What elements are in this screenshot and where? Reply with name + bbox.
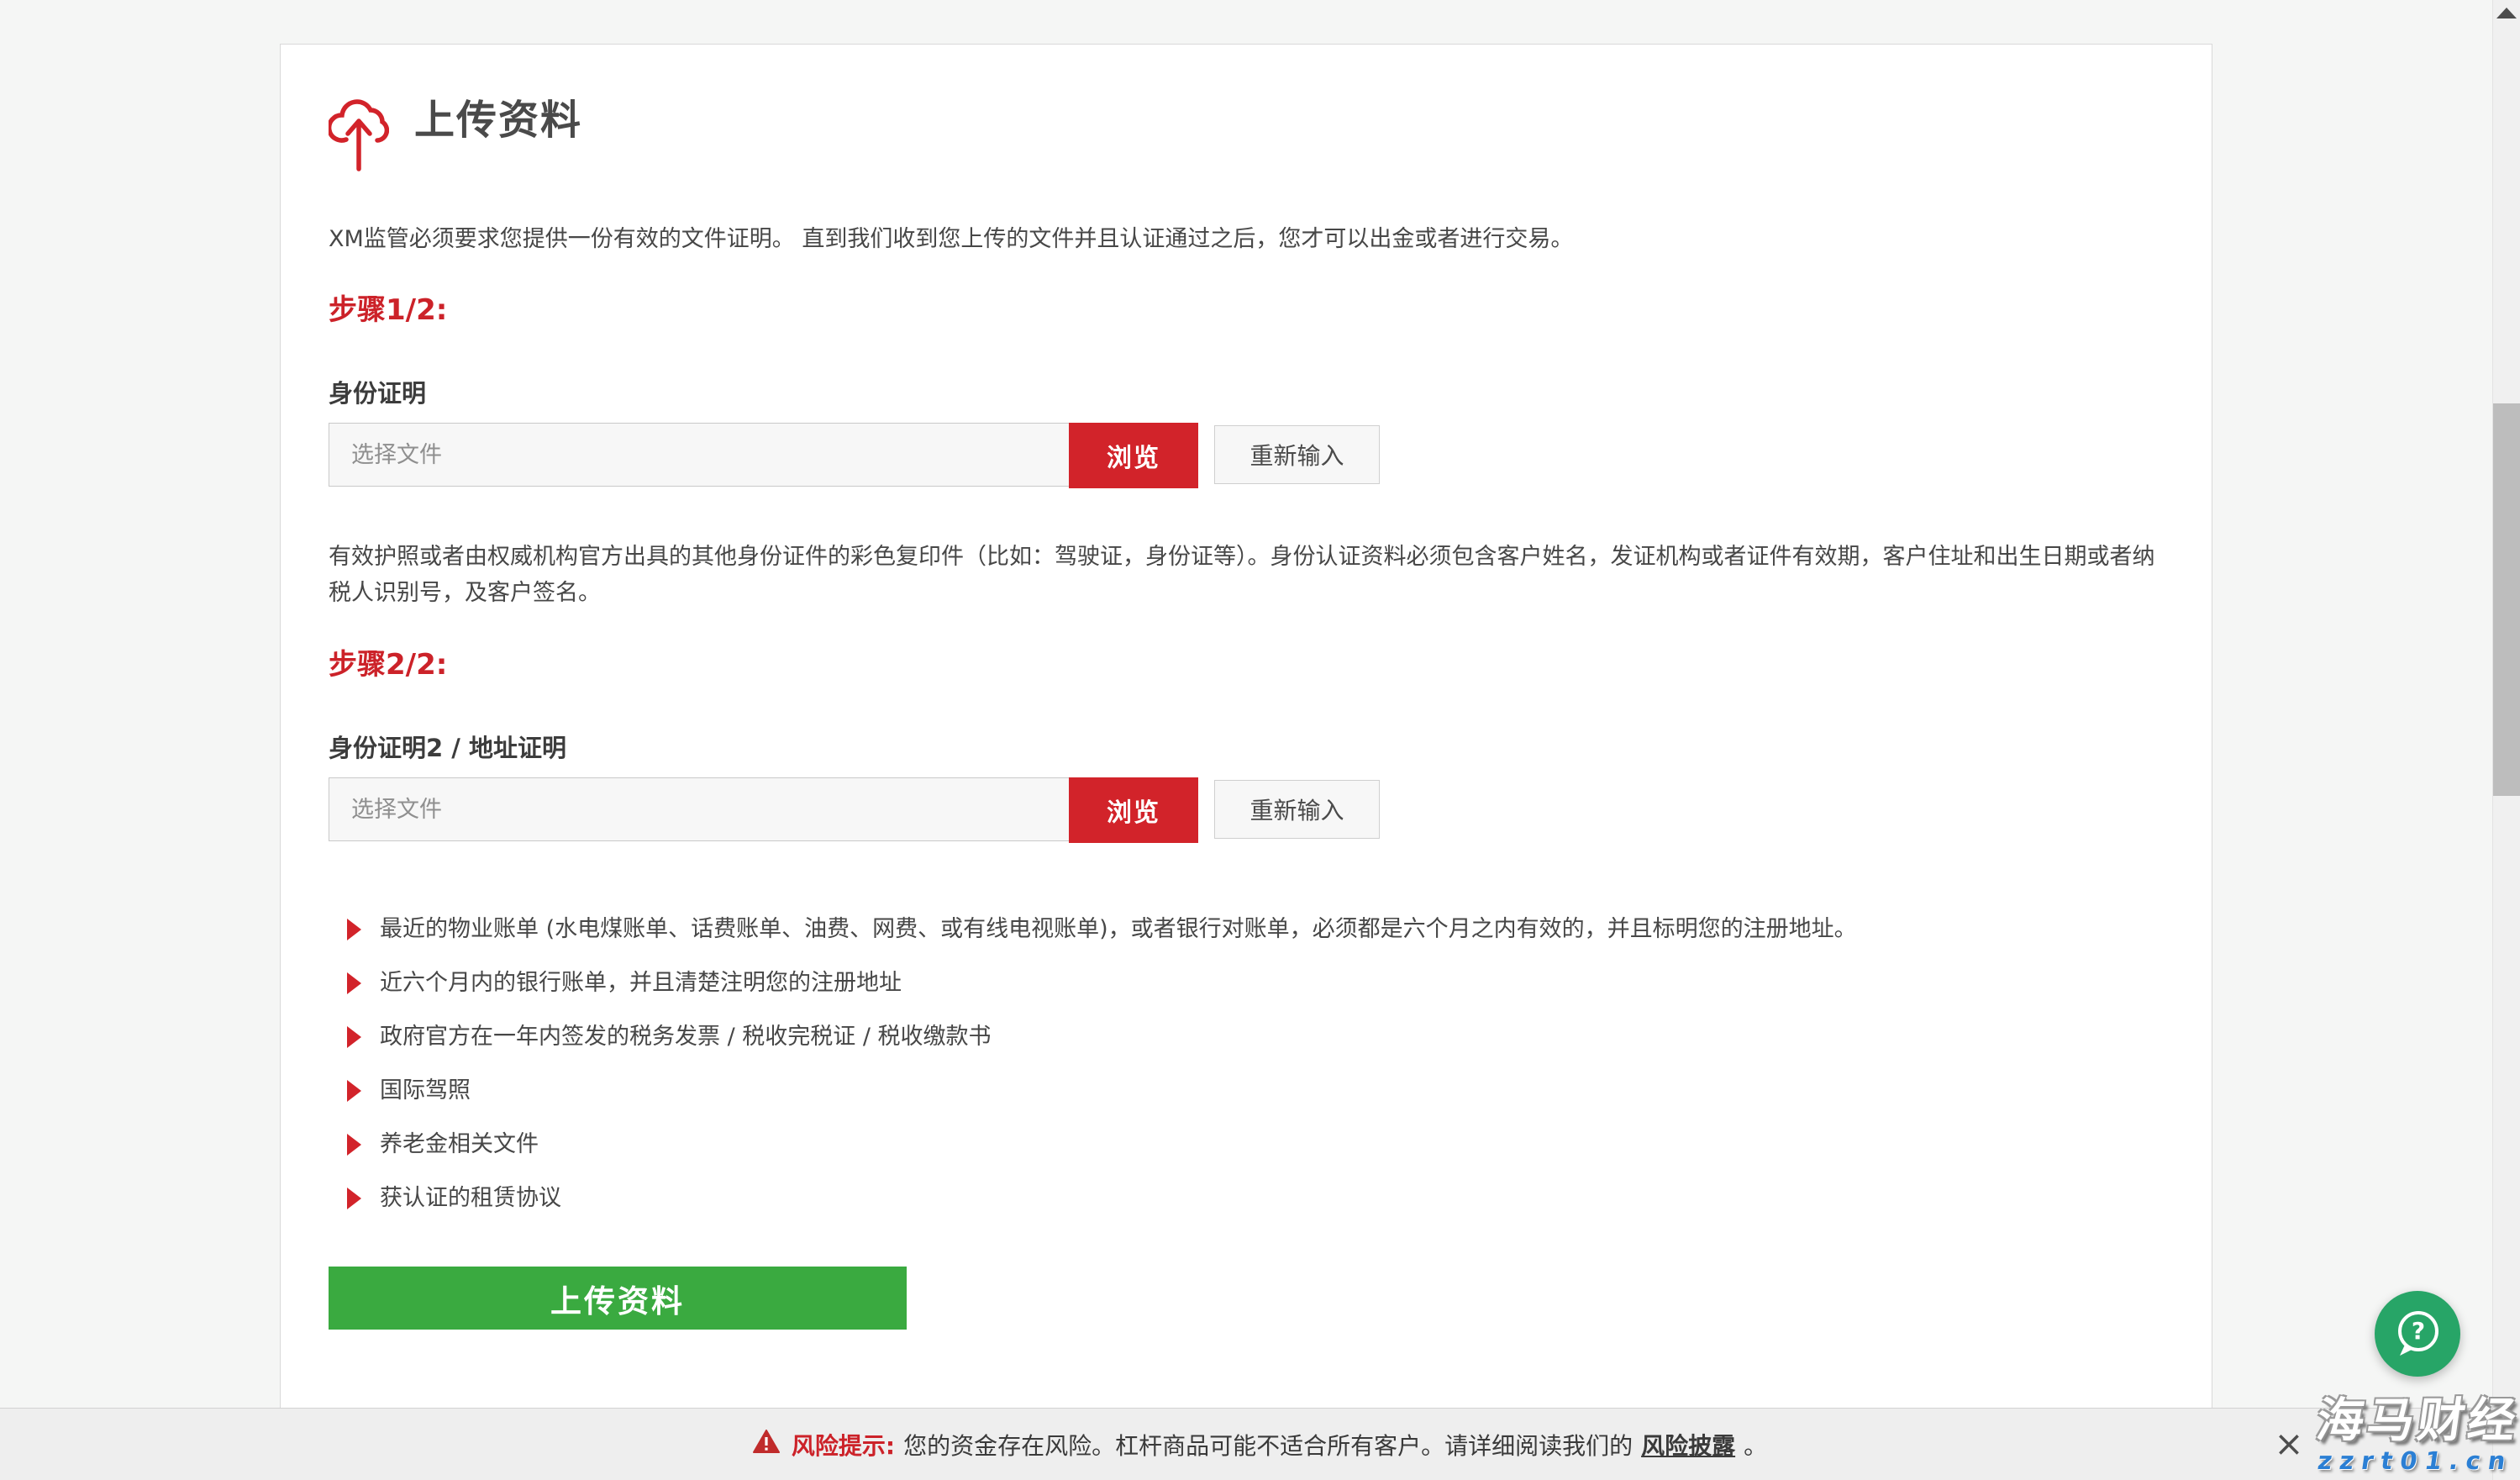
step2-browse-button[interactable]: 浏览 — [1069, 777, 1198, 843]
question-bubble-icon: ? — [2375, 1308, 2460, 1360]
risk-label: 风险提示: — [792, 1428, 895, 1462]
risk-disclosure-link[interactable]: 风险披露 — [1641, 1428, 1735, 1462]
accepted-documents-list: 最近的物业账单 (水电煤账单、话费账单、油费、网费、或有线电视账单)，或者银行对… — [329, 915, 2164, 1213]
vertical-scrollbar[interactable] — [2492, 0, 2520, 1480]
list-item-text: 政府官方在一年内签发的税务发票 / 税收完税证 / 税收缴款书 — [380, 1023, 992, 1051]
list-item: 近六个月内的银行账单，并且清楚注明您的注册地址 — [347, 969, 2164, 998]
intro-text: XM监管必须要求您提供一份有效的文件证明。 直到我们收到您上传的文件并且认证通过… — [329, 223, 2164, 256]
step1-description: 有效护照或者由权威机构官方出具的其他身份证件的彩色复印件（比如：驾驶证，身份证等… — [329, 539, 2164, 611]
list-item: 最近的物业账单 (水电煤账单、话费账单、油费、网费、或有线电视账单)，或者银行对… — [347, 915, 2164, 944]
list-item: 获认证的租赁协议 — [347, 1184, 2164, 1213]
step1-file-row: 浏览 重新输入 — [329, 423, 2164, 487]
svg-text:?: ? — [2412, 1317, 2425, 1345]
step1-heading: 步骤1/2: — [329, 292, 2164, 329]
list-item-text: 获认证的租赁协议 — [380, 1184, 561, 1213]
step2-reset-button[interactable]: 重新输入 — [1214, 780, 1380, 839]
step2-file-input[interactable] — [329, 778, 1197, 840]
step1-file-input[interactable] — [329, 424, 1197, 486]
upload-cloud-icon — [329, 93, 389, 176]
upload-submit-button[interactable]: 上传资料 — [329, 1267, 907, 1330]
step1-browse-button[interactable]: 浏览 — [1069, 423, 1198, 488]
risk-warning-bar: 风险提示: 您的资金存在风险。杠杆商品可能不适合所有客户。请详细阅读我们的风险披… — [0, 1408, 2520, 1480]
bullet-arrow-icon — [347, 1134, 361, 1156]
list-item: 国际驾照 — [347, 1077, 2164, 1105]
risk-message: 您的资金存在风险。杠杆商品可能不适合所有客户。请详细阅读我们的 — [903, 1428, 1633, 1462]
step2-file-row: 浏览 重新输入 — [329, 777, 2164, 841]
list-item-text: 最近的物业账单 (水电煤账单、话费账单、油费、网费、或有线电视账单)，或者银行对… — [380, 915, 1857, 944]
bullet-arrow-icon — [347, 919, 361, 940]
step2-file-box: 浏览 — [329, 777, 1198, 841]
bullet-arrow-icon — [347, 1026, 361, 1048]
step2-field-label: 身份证明2 / 地址证明 — [329, 732, 2164, 764]
upload-card: 上传资料 XM监管必须要求您提供一份有效的文件证明。 直到我们收到您上传的文件并… — [280, 44, 2212, 1411]
list-item-text: 养老金相关文件 — [380, 1130, 539, 1159]
scrollbar-up-arrow-icon[interactable] — [2496, 8, 2517, 18]
list-item: 养老金相关文件 — [347, 1130, 2164, 1159]
upload-documents-page: 上传资料 XM监管必须要求您提供一份有效的文件证明。 直到我们收到您上传的文件并… — [0, 0, 2520, 1480]
close-icon[interactable]: × — [2270, 1420, 2307, 1467]
step1-reset-button[interactable]: 重新输入 — [1214, 425, 1380, 484]
risk-message-suffix: 。 — [1744, 1428, 1767, 1462]
bullet-arrow-icon — [347, 1188, 361, 1209]
card-header: 上传资料 — [329, 45, 2164, 176]
list-item: 政府官方在一年内签发的税务发票 / 税收完税证 / 税收缴款书 — [347, 1023, 2164, 1051]
list-item-text: 近六个月内的银行账单，并且清楚注明您的注册地址 — [380, 969, 902, 998]
step1-file-box: 浏览 — [329, 423, 1198, 487]
bullet-arrow-icon — [347, 972, 361, 994]
warning-triangle-icon — [753, 1430, 783, 1460]
help-chat-button[interactable]: ? — [2375, 1291, 2460, 1377]
step1-field-label: 身份证明 — [329, 377, 2164, 409]
step2-heading: 步骤2/2: — [329, 646, 2164, 683]
bullet-arrow-icon — [347, 1080, 361, 1102]
scrollbar-thumb[interactable] — [2493, 403, 2520, 796]
list-item-text: 国际驾照 — [380, 1077, 471, 1105]
page-title: 上传资料 — [414, 93, 582, 147]
